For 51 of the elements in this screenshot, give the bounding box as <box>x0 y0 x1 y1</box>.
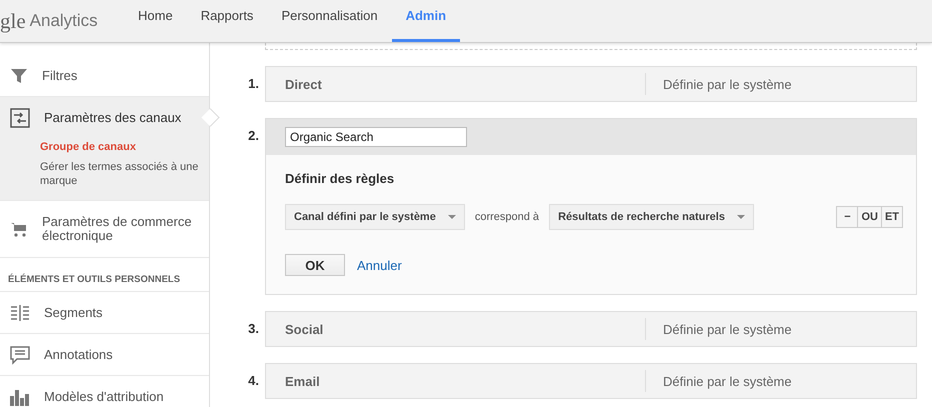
channel-row[interactable]: Direct Définie par le système <box>265 66 917 102</box>
sidebar-item[interactable]: Segments <box>0 292 209 333</box>
channel-row[interactable]: Email Définie par le système <box>265 363 917 399</box>
product-name: Analytics <box>30 11 98 31</box>
caret-icon <box>736 215 745 219</box>
cancel-link[interactable]: Annuler <box>357 258 402 272</box>
rules-heading: Définir des règles <box>285 171 396 186</box>
sidebar-item[interactable]: Annotations <box>0 334 209 375</box>
sidebar-subitem[interactable]: Gérer les termes associés à une marque <box>0 158 209 192</box>
sidebar-label: Filtres <box>42 68 78 83</box>
rule-button[interactable]: ET <box>880 206 903 228</box>
channel-name-field[interactable]: Organic Search <box>285 127 467 147</box>
sliders-icon <box>10 108 30 128</box>
comment-icon <box>10 344 30 364</box>
nav-tab[interactable]: Rapports <box>186 0 268 42</box>
logo-text: gle <box>0 8 26 34</box>
dimension-dropdown[interactable]: Canal défini par le système <box>285 204 465 230</box>
sidebar-subitem[interactable]: Groupe de canaux <box>0 138 209 158</box>
segments-icon <box>10 304 30 322</box>
section-heading: ÉLÉMENTS ET OUTILS PERSONNELS <box>0 258 209 292</box>
channel-number: 3. <box>247 320 259 338</box>
channel-name: Email <box>284 374 321 388</box>
rule-button[interactable]: OU <box>857 206 882 228</box>
ok-button[interactable]: OK <box>285 254 345 276</box>
channel-name: Social <box>284 322 324 336</box>
sidebar-label: Paramètres des canaux <box>44 110 182 125</box>
filter-icon <box>10 66 28 84</box>
operator-label: correspond à <box>474 211 540 223</box>
channel-row[interactable]: Social Définie par le système <box>265 311 917 347</box>
channel-definition: Définie par le système <box>662 374 792 388</box>
channel-name: Direct <box>284 76 323 92</box>
nav-tab[interactable]: Home <box>124 0 187 42</box>
channel-definition: Définie par le système <box>662 76 792 92</box>
sidebar-label: Segments <box>44 305 103 320</box>
nav-tab[interactable]: Personnalisation <box>267 0 392 42</box>
sidebar-item[interactable]: Paramètres de commerce électronique <box>0 201 209 257</box>
cart-icon <box>10 220 28 238</box>
sidebar-item[interactable]: Modèles d'attribution <box>0 376 209 407</box>
value-dropdown[interactable]: Résultats de recherche naturels <box>549 204 754 230</box>
channel-number: 4. <box>247 372 259 390</box>
channel-number: 1. <box>247 75 259 93</box>
channel-number: 2. <box>247 127 259 145</box>
caret-icon <box>448 215 456 219</box>
sidebar-label: Modèles d'attribution <box>44 389 164 404</box>
rule-button[interactable]: − <box>836 206 858 228</box>
sidebar-label: Paramètres de commerce électronique <box>42 215 193 243</box>
sidebar-item[interactable]: Filtres <box>0 55 209 96</box>
sidebar-item[interactable]: Paramètres des canaux <box>0 97 209 138</box>
sidebar-label: Annotations <box>44 347 113 362</box>
bar-chart-icon <box>10 388 30 406</box>
channel-definition: Définie par le système <box>662 322 792 336</box>
